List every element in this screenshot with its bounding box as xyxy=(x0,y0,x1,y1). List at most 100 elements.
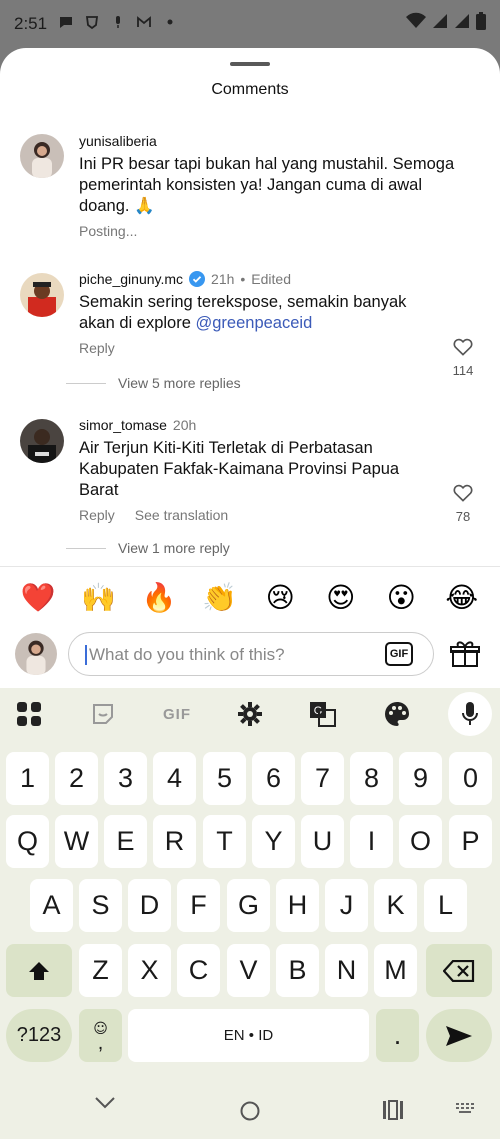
key-9[interactable]: 9 xyxy=(399,752,442,805)
drag-handle[interactable] xyxy=(230,62,270,66)
period-key[interactable]: . xyxy=(376,1009,419,1062)
key-t[interactable]: T xyxy=(203,815,246,868)
key-k[interactable]: K xyxy=(374,879,417,932)
like-button[interactable]: 114 xyxy=(448,336,478,378)
settings-gear-icon[interactable] xyxy=(235,700,265,728)
emoji-clap[interactable]: 👏 xyxy=(200,581,240,614)
microphone-icon[interactable] xyxy=(461,701,479,727)
avatar[interactable] xyxy=(20,419,64,463)
key-o[interactable]: O xyxy=(399,815,442,868)
emoji-heart-eyes[interactable]: 😍 xyxy=(321,581,361,614)
key-y[interactable]: Y xyxy=(252,815,295,868)
key-j[interactable]: J xyxy=(325,879,368,932)
key-s[interactable]: S xyxy=(79,879,122,932)
voice-input-button[interactable] xyxy=(448,692,492,736)
gift-icon[interactable] xyxy=(450,640,480,668)
like-count: 114 xyxy=(452,363,474,378)
hide-keyboard-chevron-icon[interactable] xyxy=(94,1096,116,1110)
signal-icon xyxy=(433,14,447,28)
emoji-crying[interactable]: 😢 xyxy=(260,581,300,614)
heart-icon[interactable] xyxy=(452,336,474,356)
send-key[interactable] xyxy=(426,1009,492,1062)
key-n[interactable]: N xyxy=(325,944,368,997)
comment-placeholder: What do you think of this? xyxy=(89,645,285,664)
gif-tab[interactable]: GIF xyxy=(161,700,193,728)
system-nav-bar xyxy=(0,1070,500,1139)
key-5[interactable]: 5 xyxy=(203,752,246,805)
emoji-surprised[interactable]: 😮 xyxy=(381,581,421,614)
key-0[interactable]: 0 xyxy=(449,752,492,805)
comment-time: 21h xyxy=(211,271,235,287)
key-4[interactable]: 4 xyxy=(153,752,196,805)
key-l[interactable]: L xyxy=(424,879,467,932)
key-6[interactable]: 6 xyxy=(252,752,295,805)
emoji-comma-key[interactable]: ☺ , xyxy=(79,1009,122,1062)
comment-composer: What do you think of this? GIF xyxy=(0,630,500,678)
divider xyxy=(0,566,500,567)
avatar[interactable] xyxy=(20,134,64,178)
text-caret xyxy=(85,645,87,665)
comment-username[interactable]: simor_tomase xyxy=(79,417,167,433)
key-w[interactable]: W xyxy=(55,815,98,868)
reply-button[interactable]: Reply xyxy=(79,340,115,356)
key-g[interactable]: G xyxy=(227,879,270,932)
key-e[interactable]: E xyxy=(104,815,147,868)
emoji-laughing[interactable]: 😂 xyxy=(442,581,482,614)
key-p[interactable]: P xyxy=(449,815,492,868)
space-bar[interactable]: EN • ID xyxy=(128,1009,369,1062)
key-u[interactable]: U xyxy=(301,815,344,868)
gif-button[interactable]: GIF xyxy=(385,642,413,666)
view-more-replies[interactable]: View 5 more replies xyxy=(66,375,241,391)
backspace-key[interactable] xyxy=(426,944,492,997)
comment-username[interactable]: piche_ginuny.mc xyxy=(79,271,183,287)
keyboard-toolbar: GIF G xyxy=(0,688,500,740)
symbols-key[interactable]: ?123 xyxy=(6,1009,72,1062)
avatar[interactable] xyxy=(20,273,64,317)
key-r[interactable]: R xyxy=(153,815,196,868)
key-2[interactable]: 2 xyxy=(55,752,98,805)
home-icon[interactable] xyxy=(239,1100,261,1122)
shift-key[interactable] xyxy=(6,944,72,997)
see-translation-button[interactable]: See translation xyxy=(135,507,228,523)
key-m[interactable]: M xyxy=(374,944,417,997)
key-3[interactable]: 3 xyxy=(104,752,147,805)
apps-grid-icon[interactable] xyxy=(14,700,44,728)
key-x[interactable]: X xyxy=(128,944,171,997)
key-c[interactable]: C xyxy=(177,944,220,997)
recents-icon[interactable] xyxy=(382,1100,404,1120)
reply-button[interactable]: Reply xyxy=(79,507,115,523)
key-h[interactable]: H xyxy=(276,879,319,932)
key-q[interactable]: Q xyxy=(6,815,49,868)
emoji-fire[interactable]: 🔥 xyxy=(139,581,179,614)
key-8[interactable]: 8 xyxy=(350,752,393,805)
comment-input[interactable]: What do you think of this? GIF xyxy=(68,632,434,676)
key-b[interactable]: B xyxy=(276,944,319,997)
view-more-replies[interactable]: View 1 more reply xyxy=(66,540,230,556)
key-v[interactable]: V xyxy=(227,944,270,997)
like-button[interactable]: 78 xyxy=(448,482,478,524)
verified-badge-icon xyxy=(189,271,206,287)
translate-icon[interactable]: G xyxy=(308,700,338,728)
comment-username[interactable]: yunisaliberia xyxy=(79,133,157,149)
mention-link[interactable]: @greenpeaceid xyxy=(196,314,313,332)
sticker-icon[interactable] xyxy=(88,700,118,728)
heart-icon[interactable] xyxy=(452,482,474,502)
shift-arrow-icon xyxy=(29,961,49,980)
comment-time: 20h xyxy=(172,417,197,433)
theme-palette-icon[interactable] xyxy=(382,700,412,728)
gmail-notification-icon xyxy=(137,16,151,27)
key-f[interactable]: F xyxy=(177,879,220,932)
emoji-raised-hands[interactable]: 🙌 xyxy=(79,581,119,614)
key-7[interactable]: 7 xyxy=(301,752,344,805)
key-i[interactable]: I xyxy=(350,815,393,868)
key-z[interactable]: Z xyxy=(79,944,122,997)
status-bar: 2:51 xyxy=(0,0,500,48)
edited-label: Edited xyxy=(251,271,291,287)
keyboard-switcher-icon[interactable] xyxy=(456,1103,476,1115)
send-arrow-icon xyxy=(446,1025,472,1046)
key-1[interactable]: 1 xyxy=(6,752,49,805)
key-d[interactable]: D xyxy=(128,879,171,932)
key-a[interactable]: A xyxy=(30,879,73,932)
notification-icons xyxy=(58,14,178,30)
emoji-heart[interactable]: ❤️ xyxy=(18,581,58,614)
